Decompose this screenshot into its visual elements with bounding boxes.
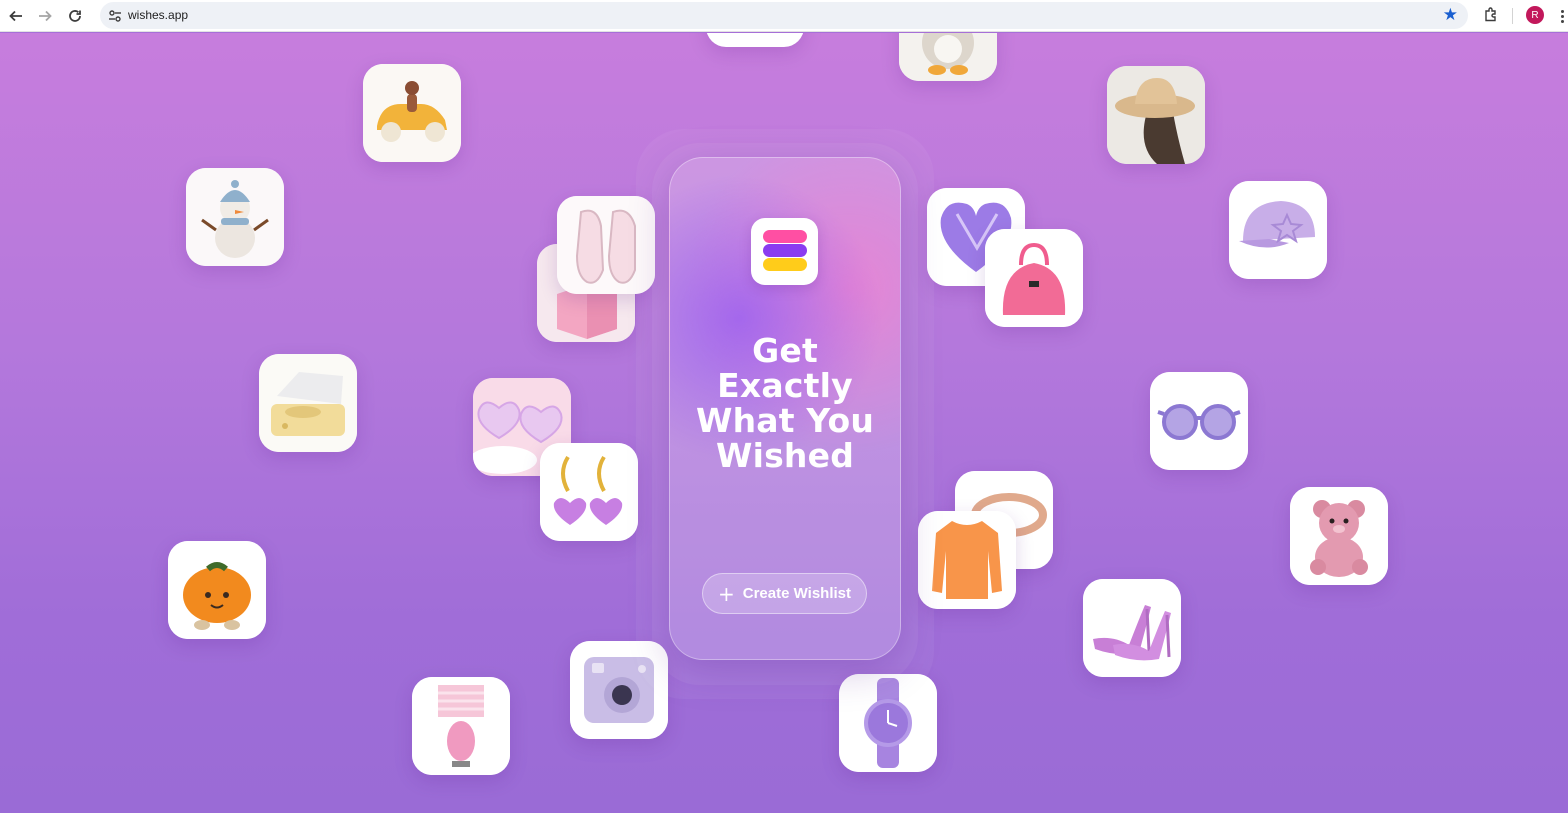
create-wishlist-button[interactable]: + Create Wishlist — [702, 573, 867, 614]
heart-earrings-icon — [540, 443, 638, 541]
heels-tile — [1083, 579, 1181, 677]
straw-hat-icon — [1107, 66, 1205, 164]
arrow-left-icon — [9, 10, 22, 22]
teddy-bear-tile — [1290, 487, 1388, 585]
record-player-tile — [259, 354, 357, 452]
pumpkin-plush-tile — [168, 541, 266, 639]
table-lamp-tile — [412, 677, 510, 775]
heels-icon — [1083, 579, 1181, 677]
round-sunglasses-icon — [1150, 372, 1248, 470]
address-bar[interactable]: wishes.app ★ — [100, 2, 1468, 29]
table-lamp-icon — [412, 677, 510, 775]
profile-avatar[interactable]: R — [1526, 6, 1544, 24]
toy-car-tile — [363, 64, 461, 162]
forward-button[interactable] — [33, 4, 57, 28]
partial-product-tile — [706, 33, 804, 47]
hero-title-line: What You — [695, 401, 875, 440]
penguin-plush-tile — [899, 33, 997, 81]
hero-title-line: Wished — [715, 436, 855, 475]
star-icon[interactable]: ★ — [1443, 5, 1458, 25]
hero-title-line: Get Exactly — [717, 331, 853, 405]
snowman-plush-tile — [186, 168, 284, 266]
pumpkin-plush-icon — [168, 541, 266, 639]
handbag-icon — [985, 229, 1083, 327]
menu-icon[interactable] — [1557, 6, 1567, 26]
landing-page: Get Exactly What You Wished + Create Wis… — [0, 33, 1568, 813]
handbag-tile — [985, 229, 1083, 327]
puzzle-icon[interactable] — [1481, 5, 1501, 25]
heart-earrings-tile — [540, 443, 638, 541]
hero-title: Get Exactly What You Wished — [680, 333, 890, 473]
back-button[interactable] — [4, 4, 28, 28]
reload-button[interactable] — [63, 4, 87, 28]
teddy-bear-icon — [1290, 487, 1388, 585]
straw-hat-tile — [1107, 66, 1205, 164]
round-sunglasses-tile — [1150, 372, 1248, 470]
site-info-icon[interactable] — [106, 7, 123, 24]
browser-toolbar: wishes.app ★ R — [0, 0, 1568, 32]
snowman-plush-icon — [186, 168, 284, 266]
reload-icon — [69, 10, 81, 22]
record-player-icon — [259, 354, 357, 452]
plus-icon: + — [718, 581, 735, 606]
wishes-logo-icon — [751, 218, 818, 285]
toolbar-divider — [1512, 8, 1513, 24]
penguin-plush-icon — [899, 33, 997, 81]
baseball-cap-tile — [1229, 181, 1327, 279]
arrow-right-icon — [39, 10, 52, 22]
create-wishlist-label: Create Wishlist — [742, 585, 851, 602]
baseball-cap-icon — [1229, 181, 1327, 279]
url-text[interactable]: wishes.app — [128, 8, 188, 22]
toy-car-icon — [363, 64, 461, 162]
